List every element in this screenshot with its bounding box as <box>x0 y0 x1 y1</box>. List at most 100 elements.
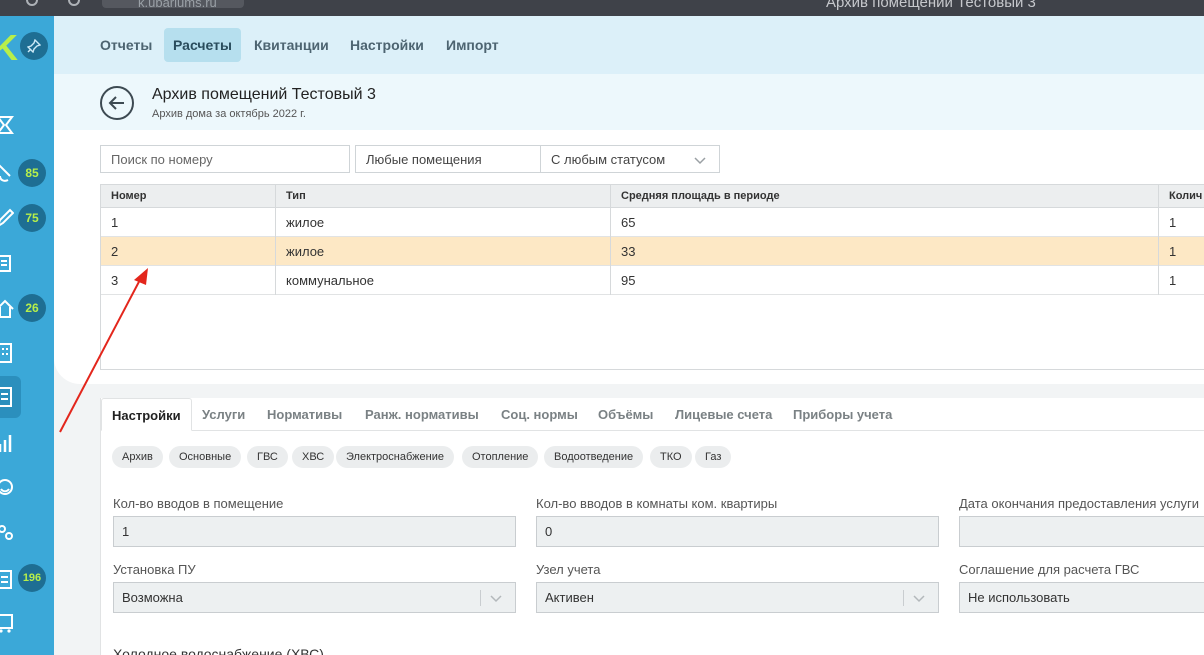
table-row[interactable]: 1 жилое 65 1 <box>101 208 1204 237</box>
table-header: Номер Тип Средняя площадь в периоде Коли… <box>101 185 1204 208</box>
nav-calculations[interactable]: Расчеты <box>164 28 241 62</box>
tab-personal-accounts[interactable]: Лицевые счета <box>665 398 782 431</box>
node-select[interactable]: Активен <box>536 582 939 613</box>
page-title: Архив помещений Тестовый 3 <box>152 86 376 103</box>
column-divider <box>610 185 611 295</box>
tab-settings[interactable]: Настройки <box>101 398 192 431</box>
premises-table: Номер Тип Средняя площадь в периоде Коли… <box>100 184 1204 370</box>
gvs-agreement-select[interactable]: Не использовать <box>959 582 1204 613</box>
building-icon[interactable] <box>0 342 14 364</box>
status-select[interactable]: С любым статусом <box>540 145 720 173</box>
cell-area: 65 <box>621 214 636 230</box>
chip-electricity[interactable]: Электроснабжение <box>336 446 454 468</box>
gvs-agreement-value: Не использовать <box>968 590 1070 605</box>
tab-meters[interactable]: Приборы учета <box>783 398 902 431</box>
pin-button[interactable] <box>20 32 48 60</box>
select-separator <box>903 590 904 606</box>
search-input[interactable]: Поиск по номеру <box>100 145 350 173</box>
browser-back-icon[interactable] <box>26 0 38 6</box>
users-icon[interactable] <box>0 522 14 544</box>
smile-icon[interactable] <box>0 476 14 498</box>
cell-area: 95 <box>621 272 636 288</box>
column-header-count[interactable]: Колич <box>1159 185 1204 207</box>
cell-number: 1 <box>111 214 119 230</box>
section-title-hvs: Холодное водоснабжение (ХВС) <box>113 646 324 655</box>
window-title: Архив помещений Тестовый 3 <box>826 0 1036 11</box>
tab-ranged-norms[interactable]: Ранж. нормативы <box>355 398 489 431</box>
pu-select[interactable]: Возможна <box>113 582 516 613</box>
star-icon[interactable] <box>0 114 14 136</box>
cell-number: 3 <box>111 272 119 288</box>
top-navigation: Отчеты Расчеты Квитанции Настройки Импор… <box>54 16 1204 74</box>
cell-type: жилое <box>286 214 325 230</box>
chip-archive[interactable]: Архив <box>112 446 163 468</box>
badge-count: 75 <box>18 204 46 232</box>
details-panel: Настройки Услуги Нормативы Ранж. нормати… <box>100 398 1204 655</box>
badge-count: 196 <box>18 564 46 592</box>
chip-gvs[interactable]: ГВС <box>247 446 288 468</box>
cell-count: 1 <box>1169 214 1177 230</box>
logo[interactable]: K <box>0 30 18 66</box>
pu-select-value: Возможна <box>122 590 183 605</box>
column-header-area[interactable]: Средняя площадь в периоде <box>611 185 1159 207</box>
sidebar: K 85 75 26 196 <box>0 16 54 655</box>
chart-icon[interactable] <box>0 432 14 454</box>
page-header: Архив помещений Тестовый 3 Архив дома за… <box>54 74 1204 130</box>
nav-import[interactable]: Импорт <box>437 28 508 62</box>
chevron-down-icon <box>913 595 925 603</box>
browser-top-strip: k.ubariums.ru Архив помещений Тестовый 3 <box>0 0 1204 16</box>
node-select-value: Активен <box>545 590 594 605</box>
end-date-label: Дата окончания предоставления услуги <box>959 496 1199 511</box>
badge-count: 85 <box>18 159 46 187</box>
select-separator <box>480 590 481 606</box>
cell-count: 1 <box>1169 272 1177 288</box>
tab-services[interactable]: Услуги <box>192 398 255 431</box>
house-icon[interactable] <box>0 298 14 320</box>
column-divider <box>275 185 276 295</box>
receipt-icon[interactable] <box>0 568 14 590</box>
tab-volumes[interactable]: Объёмы <box>588 398 663 431</box>
chip-gas[interactable]: Газ <box>695 446 732 468</box>
premises-panel: Поиск по номеру Любые помещения С любым … <box>54 130 1204 384</box>
nav-reports[interactable]: Отчеты <box>91 28 161 62</box>
tab-social-norms[interactable]: Соц. нормы <box>491 398 588 431</box>
column-divider <box>1158 185 1159 295</box>
column-header-number[interactable]: Номер <box>101 185 276 207</box>
cell-number: 2 <box>111 243 119 259</box>
table-row[interactable]: 3 коммунальное 95 1 <box>101 266 1204 295</box>
inputs-count-field[interactable]: 1 <box>113 516 516 547</box>
table-row-selected[interactable]: 2 жилое 33 1 <box>101 237 1204 266</box>
cell-type: жилое <box>286 243 325 259</box>
page-subtitle: Архив дома за октябрь 2022 г. <box>152 108 306 120</box>
back-button[interactable] <box>100 86 134 120</box>
end-date-field[interactable] <box>959 516 1204 547</box>
details-tabs: Настройки Услуги Нормативы Ранж. нормати… <box>101 398 1204 431</box>
pin-icon <box>27 39 41 53</box>
chip-drainage[interactable]: Водоотведение <box>544 446 644 468</box>
nav-receipts[interactable]: Квитанции <box>245 28 338 62</box>
brush-icon[interactable] <box>0 162 14 184</box>
edit-icon[interactable] <box>0 206 14 228</box>
documents-icon[interactable] <box>0 252 14 274</box>
tab-norms[interactable]: Нормативы <box>257 398 352 431</box>
arrow-left-icon <box>108 96 124 110</box>
chip-main[interactable]: Основные <box>169 446 242 468</box>
chevron-down-icon <box>694 157 706 165</box>
premises-select-value: Любые помещения <box>366 151 482 167</box>
column-header-type[interactable]: Тип <box>276 185 611 207</box>
rooms-inputs-label: Кол-во вводов в комнаты ком. квартиры <box>536 496 778 511</box>
nav-settings[interactable]: Настройки <box>341 28 433 62</box>
chip-heating[interactable]: Отопление <box>462 446 539 468</box>
cell-type: коммунальное <box>286 272 374 288</box>
chip-hvs[interactable]: ХВС <box>292 446 335 468</box>
bus-icon[interactable] <box>0 612 14 634</box>
cell-count: 1 <box>1169 243 1177 259</box>
pu-label: Установка ПУ <box>113 562 196 577</box>
browser-reload-icon[interactable] <box>68 0 80 6</box>
status-select-value: С любым статусом <box>551 151 666 167</box>
archive-icon[interactable] <box>0 386 14 408</box>
node-label: Узел учета <box>536 562 601 577</box>
rooms-inputs-field[interactable]: 0 <box>536 516 939 547</box>
cell-area: 33 <box>621 243 636 259</box>
chip-tko[interactable]: ТКО <box>650 446 692 468</box>
